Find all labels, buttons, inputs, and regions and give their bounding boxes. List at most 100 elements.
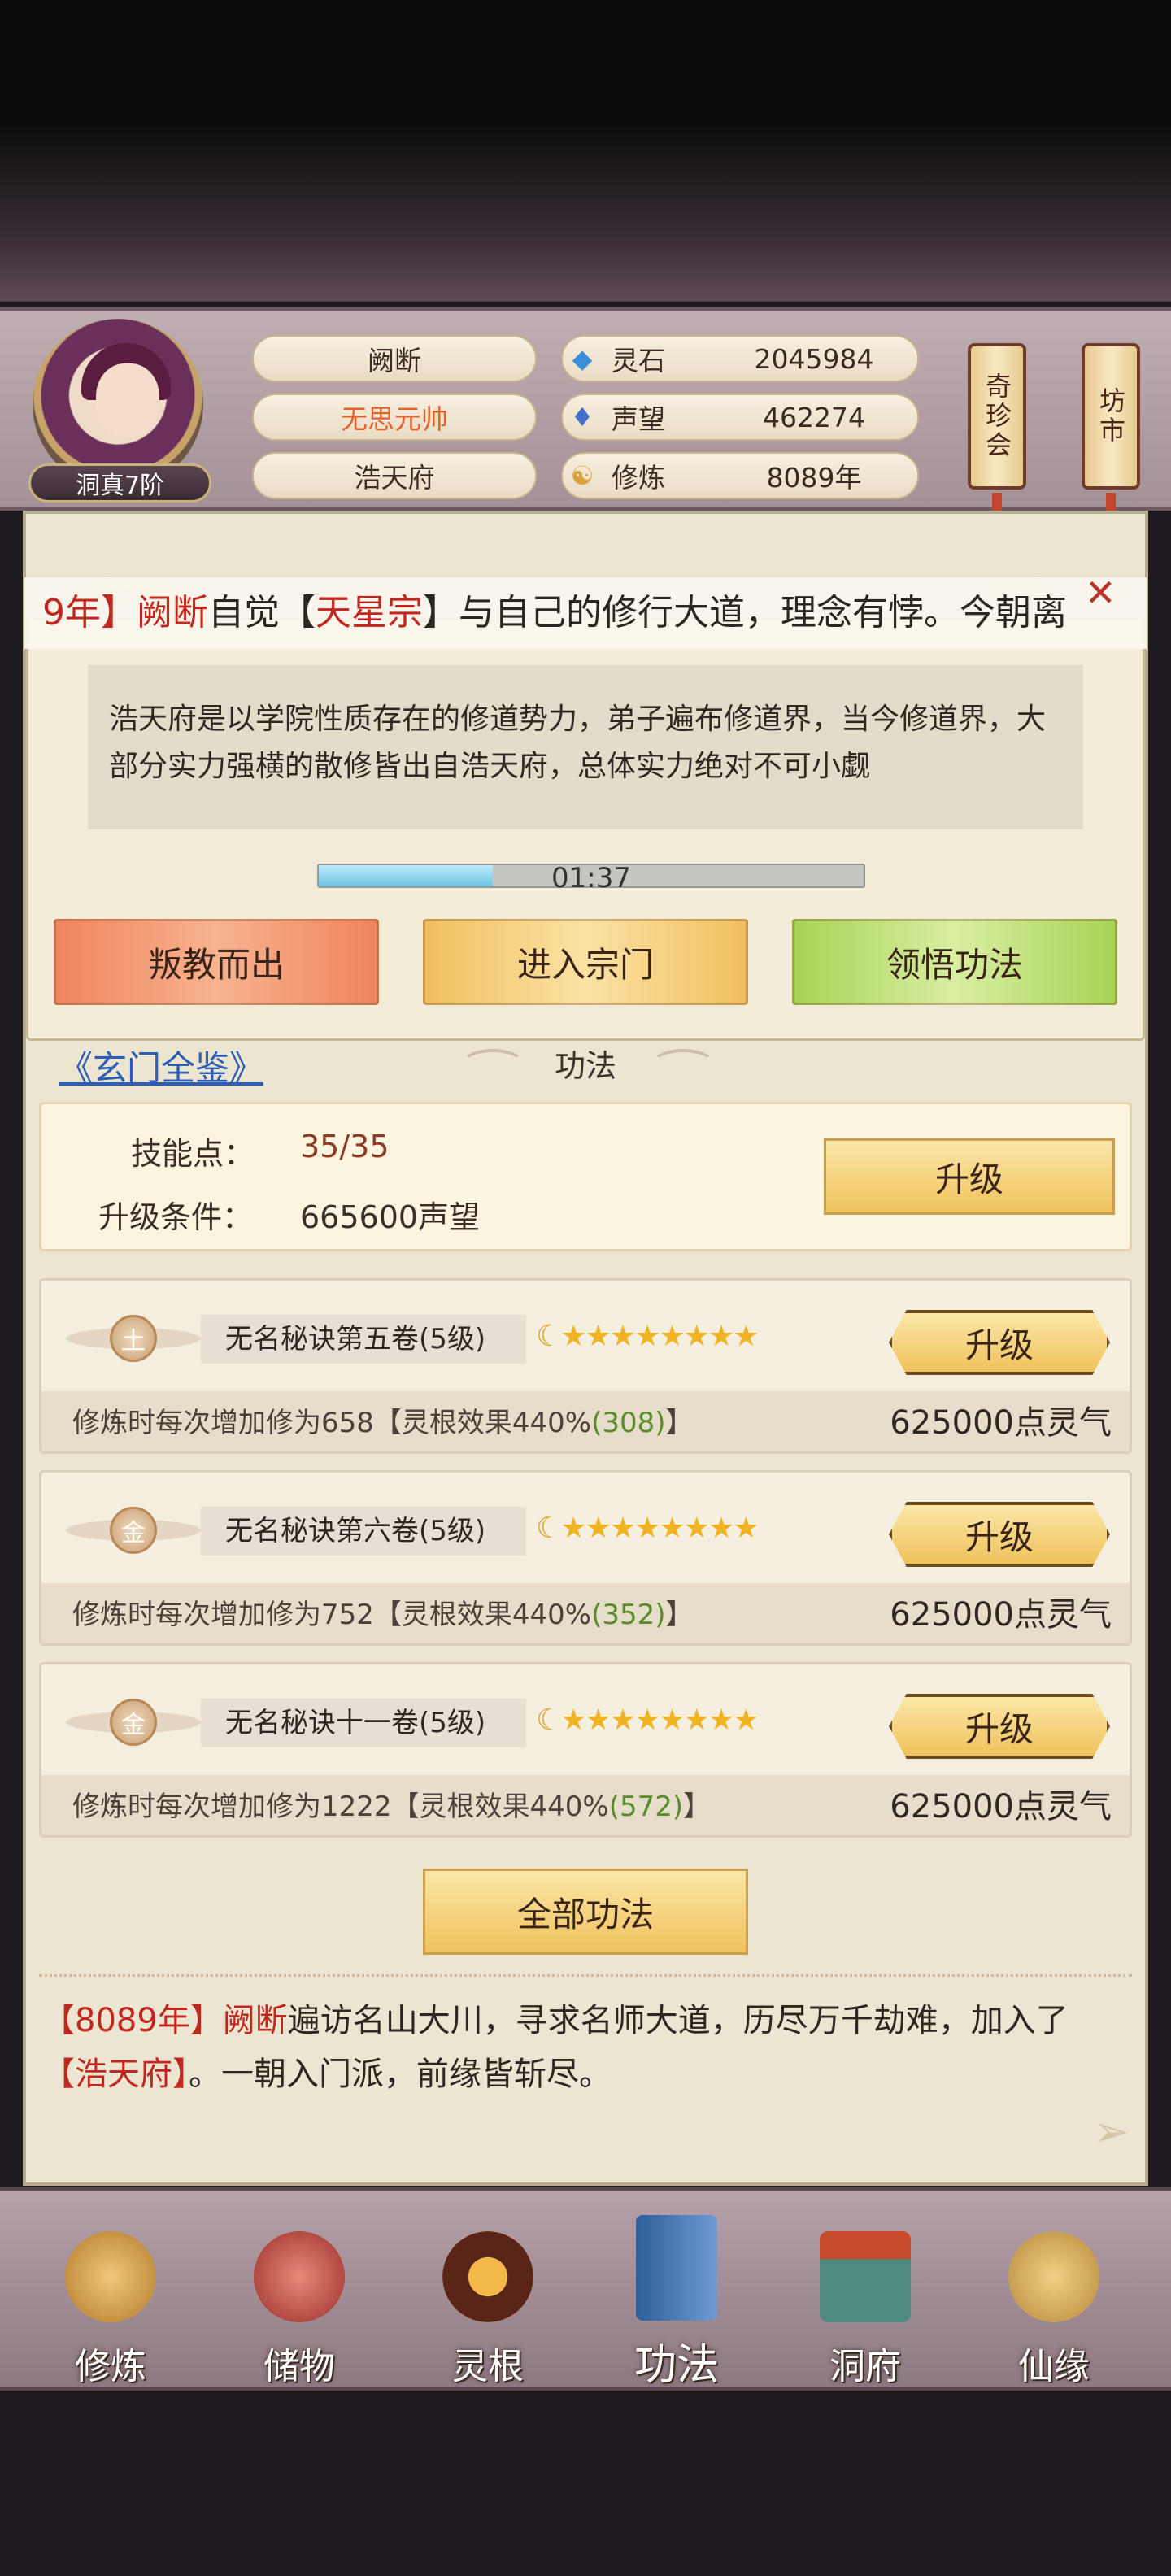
stat-value: 462274 (763, 401, 865, 433)
story-text: 遍访名山大川，寻求名师大道，历尽万千劫难，加入了 (287, 2002, 1069, 2039)
technique-card: 金 无名秘诀第六卷(5级) ☾★★★★★★★★ 升级 修炼时每次增加修为752【… (39, 1470, 1132, 1646)
skill-points-label: 技能点： (131, 1136, 255, 1172)
nav-item-fate[interactable]: 仙缘 (973, 2191, 1135, 2394)
story-log: 【8089年】阙断遍访名山大川，寻求名师大道，历尽万千劫难，加入了【浩天府】。一… (42, 1994, 1132, 2101)
cave-dwelling-icon (820, 2231, 911, 2322)
technique-upgrade-button[interactable]: 升级 (889, 1310, 1110, 1375)
desc-bonus: (352) (591, 1599, 666, 1631)
nav-label: 灵根 (452, 2346, 524, 2387)
technique-upgrade-button[interactable]: 升级 (889, 1694, 1110, 1759)
desc-text: 】 (683, 1791, 712, 1823)
stat-reputation: ♦ 声望 462274 (561, 394, 919, 441)
marquee-name: 阙断 (137, 592, 208, 633)
story-text: 。一朝入门派，前缘皆斩尽。 (189, 2056, 612, 2093)
player-name: 阙断 (252, 335, 537, 382)
player-sect: 浩天府 (252, 452, 537, 499)
technique-description: 修炼时每次增加修为658【灵根效果440%(308)】 (72, 1400, 694, 1440)
nav-item-cave[interactable]: 洞府 (784, 2191, 947, 2394)
stat-label: 修炼 (612, 462, 665, 494)
nav-label: 储物 (263, 2346, 335, 2387)
stat-label: 声望 (612, 403, 665, 435)
stat-value: 8089年 (766, 462, 862, 494)
desc-text: 】 (665, 1599, 694, 1631)
player-header: 洞真7阶 阙断 无思元帅 浩天府 ◆ 灵石 2045984 ♦ 声望 46227… (0, 307, 1171, 533)
skill-upgrade-button[interactable]: 升级 (824, 1138, 1115, 1215)
bottom-nav: 修炼 储物 灵根 功法 洞府 仙缘 (0, 2187, 1171, 2391)
star-rating: ☾★★★★★★★★ (536, 1320, 759, 1353)
technique-cost: 625000点灵气 (890, 1596, 1112, 1634)
nav-item-cultivate[interactable]: 修炼 (29, 2191, 192, 2394)
stat-value: 2045984 (754, 342, 874, 375)
story-year: 【8089年】 (42, 2002, 223, 2039)
market-button[interactable]: 坊市 (1082, 343, 1140, 490)
divider (39, 1974, 1132, 1981)
desc-text: 修炼时每次增加修为752【灵根效果440% (72, 1599, 592, 1631)
technique-cost: 625000点灵气 (890, 1404, 1112, 1442)
technique-upgrade-button[interactable]: 升级 (889, 1502, 1110, 1567)
stars-icon: ★★★★★★★★ (560, 1704, 759, 1737)
desc-bonus: (572) (608, 1791, 684, 1823)
treasure-shop-button[interactable]: 奇珍会 (968, 343, 1026, 490)
faction-description: 浩天府是以学院性质存在的修道势力，弟子遍布修道界，当今修道界，大部分实力强横的散… (88, 665, 1083, 829)
nav-item-technique[interactable]: 功法 (595, 2191, 758, 2394)
upgrade-condition-value: 665600声望 (300, 1199, 481, 1235)
moon-icon: ☾ (536, 1320, 562, 1353)
earth-element-icon: 土 (110, 1315, 157, 1362)
close-icon[interactable]: ✕ (1085, 571, 1117, 615)
news-marquee: 9年】阙断自觉【天星宗】与自己的修行大道，理念有悖。今朝离 (24, 577, 1147, 649)
player-title: 无思元帅 (252, 394, 537, 441)
cultivation-icon: ☯ (570, 460, 594, 491)
star-rating: ☾★★★★★★★★ (536, 1512, 759, 1545)
technique-name: 无名秘诀第六卷(5级) (201, 1507, 526, 1556)
reputation-icon: ♦ (570, 402, 594, 433)
desc-text: 修炼时每次增加修为658【灵根效果440% (72, 1407, 592, 1439)
enter-sect-button[interactable]: 进入宗门 (423, 919, 748, 1005)
nav-label: 洞府 (829, 2346, 901, 2387)
nav-label: 修炼 (75, 2346, 146, 2387)
nav-item-spirit-root[interactable]: 灵根 (407, 2191, 569, 2394)
avatar-face (96, 363, 159, 437)
all-techniques-button[interactable]: 全部功法 (423, 1869, 748, 1955)
desc-bonus: (308) (591, 1407, 666, 1439)
moon-icon: ☾ (536, 1512, 562, 1545)
nav-item-storage[interactable]: 储物 (218, 2191, 381, 2394)
marquee-text: 自觉【 (208, 592, 316, 633)
immortal-fate-icon (1008, 2231, 1099, 2322)
moon-icon: ☾ (536, 1704, 562, 1737)
stat-cultivation: ☯ 修炼 8089年 (561, 452, 919, 499)
skill-points-value: 35/35 (300, 1129, 390, 1164)
spirit-root-icon (442, 2231, 533, 2322)
technique-description: 修炼时每次增加修为752【灵根效果440%(352)】 (72, 1592, 694, 1632)
story-sect: 【浩天府】 (42, 2056, 189, 2093)
stat-spirit-stone: ◆ 灵石 2045984 (561, 335, 919, 382)
stars-icon: ★★★★★★★★ (560, 1512, 759, 1545)
stat-label: 灵石 (612, 345, 665, 376)
technique-name: 无名秘诀第五卷(5级) (201, 1315, 526, 1364)
technique-name: 无名秘诀十一卷(5级) (201, 1699, 526, 1747)
technique-book-icon (636, 2215, 717, 2321)
storage-bag-icon (254, 2231, 345, 2322)
desc-text: 修炼时每次增加修为1222【灵根效果440% (72, 1791, 609, 1823)
marquee-text: 】与自己的修行大道，理念有悖。今朝离 (423, 592, 1067, 633)
marquee-prefix: 9年】 (42, 592, 137, 633)
next-arrow-icon[interactable]: ➢ (1094, 2108, 1130, 2156)
skill-points-panel: 技能点： 35/35 升级条件： 665600声望 升级 (39, 1102, 1132, 1251)
star-rating: ☾★★★★★★★★ (536, 1704, 759, 1737)
nav-label: 仙缘 (1018, 2346, 1090, 2387)
metal-element-icon: 金 (110, 1699, 157, 1746)
technique-description: 修炼时每次增加修为1222【灵根效果440%(572)】 (72, 1784, 711, 1824)
marquee-sect: 天星宗 (316, 592, 423, 633)
rank-badge: 洞真7阶 (28, 463, 211, 503)
timer-text: 01:37 (551, 862, 631, 894)
technique-card: 金 无名秘诀十一卷(5级) ☾★★★★★★★★ 升级 修炼时每次增加修为1222… (39, 1662, 1132, 1838)
game-screen: { "player": { "name": "阙断", "title": "无思… (0, 0, 1171, 2576)
technique-card: 土 无名秘诀第五卷(5级) ☾★★★★★★★★ 升级 修炼时每次增加修为658【… (39, 1278, 1132, 1454)
metal-element-icon: 金 (110, 1507, 157, 1554)
upgrade-condition-label: 升级条件： (98, 1199, 254, 1235)
section-title: 功法 (554, 1048, 616, 1084)
desc-text: 】 (665, 1407, 694, 1439)
betray-sect-button[interactable]: 叛教而出 (54, 919, 379, 1005)
comprehend-technique-button[interactable]: 领悟功法 (792, 919, 1117, 1005)
spirit-stone-icon: ◆ (572, 343, 593, 374)
technique-cost: 625000点灵气 (890, 1788, 1112, 1825)
